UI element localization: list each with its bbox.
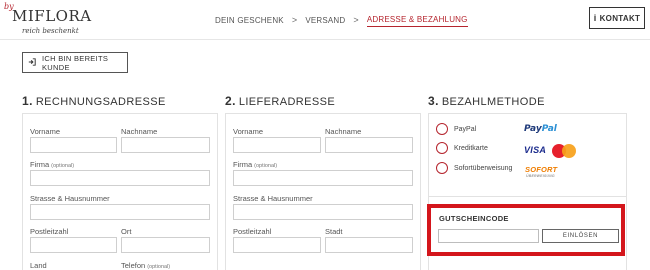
voucher-title: GUTSCHEINCODE xyxy=(439,214,509,223)
existing-customer-label: ICH BIN BEREITS KUNDE xyxy=(42,53,109,72)
country-label: Land xyxy=(30,261,47,270)
paypal-logo-part1: Pay xyxy=(524,124,542,134)
payment-option-creditcard[interactable]: Kreditkarte xyxy=(436,142,488,154)
header: by MIFLORA reich beschenkt DEIN GESCHENK… xyxy=(0,0,650,40)
last-name-input[interactable] xyxy=(325,137,413,153)
chevron-right-icon: > xyxy=(291,15,298,25)
billing-heading: 1. RECHNUNGSADRESSE xyxy=(22,94,166,108)
mastercard-circle-orange xyxy=(562,144,576,158)
existing-customer-button[interactable]: ICH BIN BEREITS KUNDE xyxy=(22,52,128,73)
step-gift[interactable]: DEIN GESCHENK xyxy=(215,16,284,25)
last-name-input[interactable] xyxy=(121,137,210,153)
payment-label: PayPal xyxy=(454,125,477,133)
section-number: 3. xyxy=(428,94,439,108)
street-input[interactable] xyxy=(30,204,210,220)
billing-form: Vorname Nachname Firma (optional) Strasse… xyxy=(22,113,218,270)
street-label: Strasse & Hausnummer xyxy=(30,194,110,203)
logo-wordmark: MIFLORA xyxy=(12,7,92,25)
redeem-label: EINLÖSEN xyxy=(562,233,599,239)
section-number: 2. xyxy=(225,94,236,108)
voucher-highlight: GUTSCHEINCODE EINLÖSEN xyxy=(427,204,625,256)
last-name-label: Nachname xyxy=(121,127,158,136)
first-name-label: Vorname xyxy=(233,127,264,136)
shipping-heading: 2. LIEFERADRESSE xyxy=(225,94,335,108)
section-title: LIEFERADRESSE xyxy=(238,96,336,108)
miflora-logo[interactable]: by MIFLORA reich beschenkt xyxy=(4,2,94,38)
logo-tagline: reich beschenkt xyxy=(22,27,79,35)
street-label: Strasse & Hausnummer xyxy=(233,194,313,203)
street-input[interactable] xyxy=(233,204,413,220)
company-label-text: Firma xyxy=(233,160,253,169)
section-title: RECHNUNGSADRESSE xyxy=(35,96,166,108)
city-input[interactable] xyxy=(325,237,413,253)
company-input[interactable] xyxy=(233,170,413,186)
visa-logo: VISA xyxy=(524,145,547,155)
paypal-logo-part2: Pal xyxy=(541,124,557,134)
radio-sofort[interactable] xyxy=(436,162,448,174)
payment-option-paypal[interactable]: PayPal xyxy=(436,123,476,135)
section-title: BEZAHLMETHODE xyxy=(441,96,545,108)
city-label: Stadt xyxy=(325,227,343,236)
redeem-button[interactable]: EINLÖSEN xyxy=(542,229,619,243)
optional-hint: (optional) xyxy=(254,163,278,169)
first-name-label: Vorname xyxy=(30,127,61,136)
chevron-right-icon: > xyxy=(353,15,359,25)
zip-input[interactable] xyxy=(233,237,321,253)
optional-hint: (optional) xyxy=(147,264,171,270)
phone-label-text: Telefon xyxy=(121,261,146,270)
radio-paypal[interactable] xyxy=(436,123,448,135)
payment-label: Kreditkarte xyxy=(454,144,488,152)
company-label: Firma (optional) xyxy=(30,160,74,169)
voucher-code-input[interactable] xyxy=(438,229,539,243)
first-name-input[interactable] xyxy=(233,137,321,153)
payment-heading: 3. BEZAHLMETHODE xyxy=(428,94,545,108)
company-label: Firma (optional) xyxy=(233,160,277,169)
phone-label: Telefon (optional) xyxy=(121,261,170,270)
sofort-logo: SOFORT ÜBERWEISUNG xyxy=(525,165,558,178)
city-input[interactable] xyxy=(121,237,210,253)
company-input[interactable] xyxy=(30,170,210,186)
info-icon: i xyxy=(593,13,597,23)
optional-hint: (optional) xyxy=(51,163,75,169)
company-label-text: Firma xyxy=(30,160,50,169)
zip-label: Postleitzahl xyxy=(30,227,69,236)
sofort-logo-subtext: ÜBERWEISUNG xyxy=(526,174,555,178)
contact-button[interactable]: i KONTAKT xyxy=(589,7,645,29)
city-label: Ort xyxy=(121,227,132,236)
contact-label: KONTAKT xyxy=(599,13,641,23)
payment-divider xyxy=(428,196,627,197)
last-name-label: Nachname xyxy=(325,127,362,136)
radio-creditcard[interactable] xyxy=(436,142,448,154)
payment-option-sofort[interactable]: Sofortüberweisung xyxy=(436,162,512,174)
zip-label: Postleitzahl xyxy=(233,227,272,236)
zip-input[interactable] xyxy=(30,237,117,253)
section-number: 1. xyxy=(22,94,33,108)
paypal-logo: PayPal xyxy=(524,124,557,134)
mastercard-logo xyxy=(552,144,576,158)
first-name-input[interactable] xyxy=(30,137,117,153)
checkout-steps: DEIN GESCHENK > VERSAND > ADRESSE & BEZA… xyxy=(215,13,468,27)
payment-label: Sofortüberweisung xyxy=(454,164,513,172)
step-shipping[interactable]: VERSAND xyxy=(305,16,345,25)
step-address-payment[interactable]: ADRESSE & BEZAHLUNG xyxy=(366,15,468,27)
shipping-form: Vorname Nachname Firma (optional) Strasse… xyxy=(225,113,421,270)
login-icon xyxy=(28,57,36,68)
sofort-logo-text: SOFORT xyxy=(525,165,558,174)
